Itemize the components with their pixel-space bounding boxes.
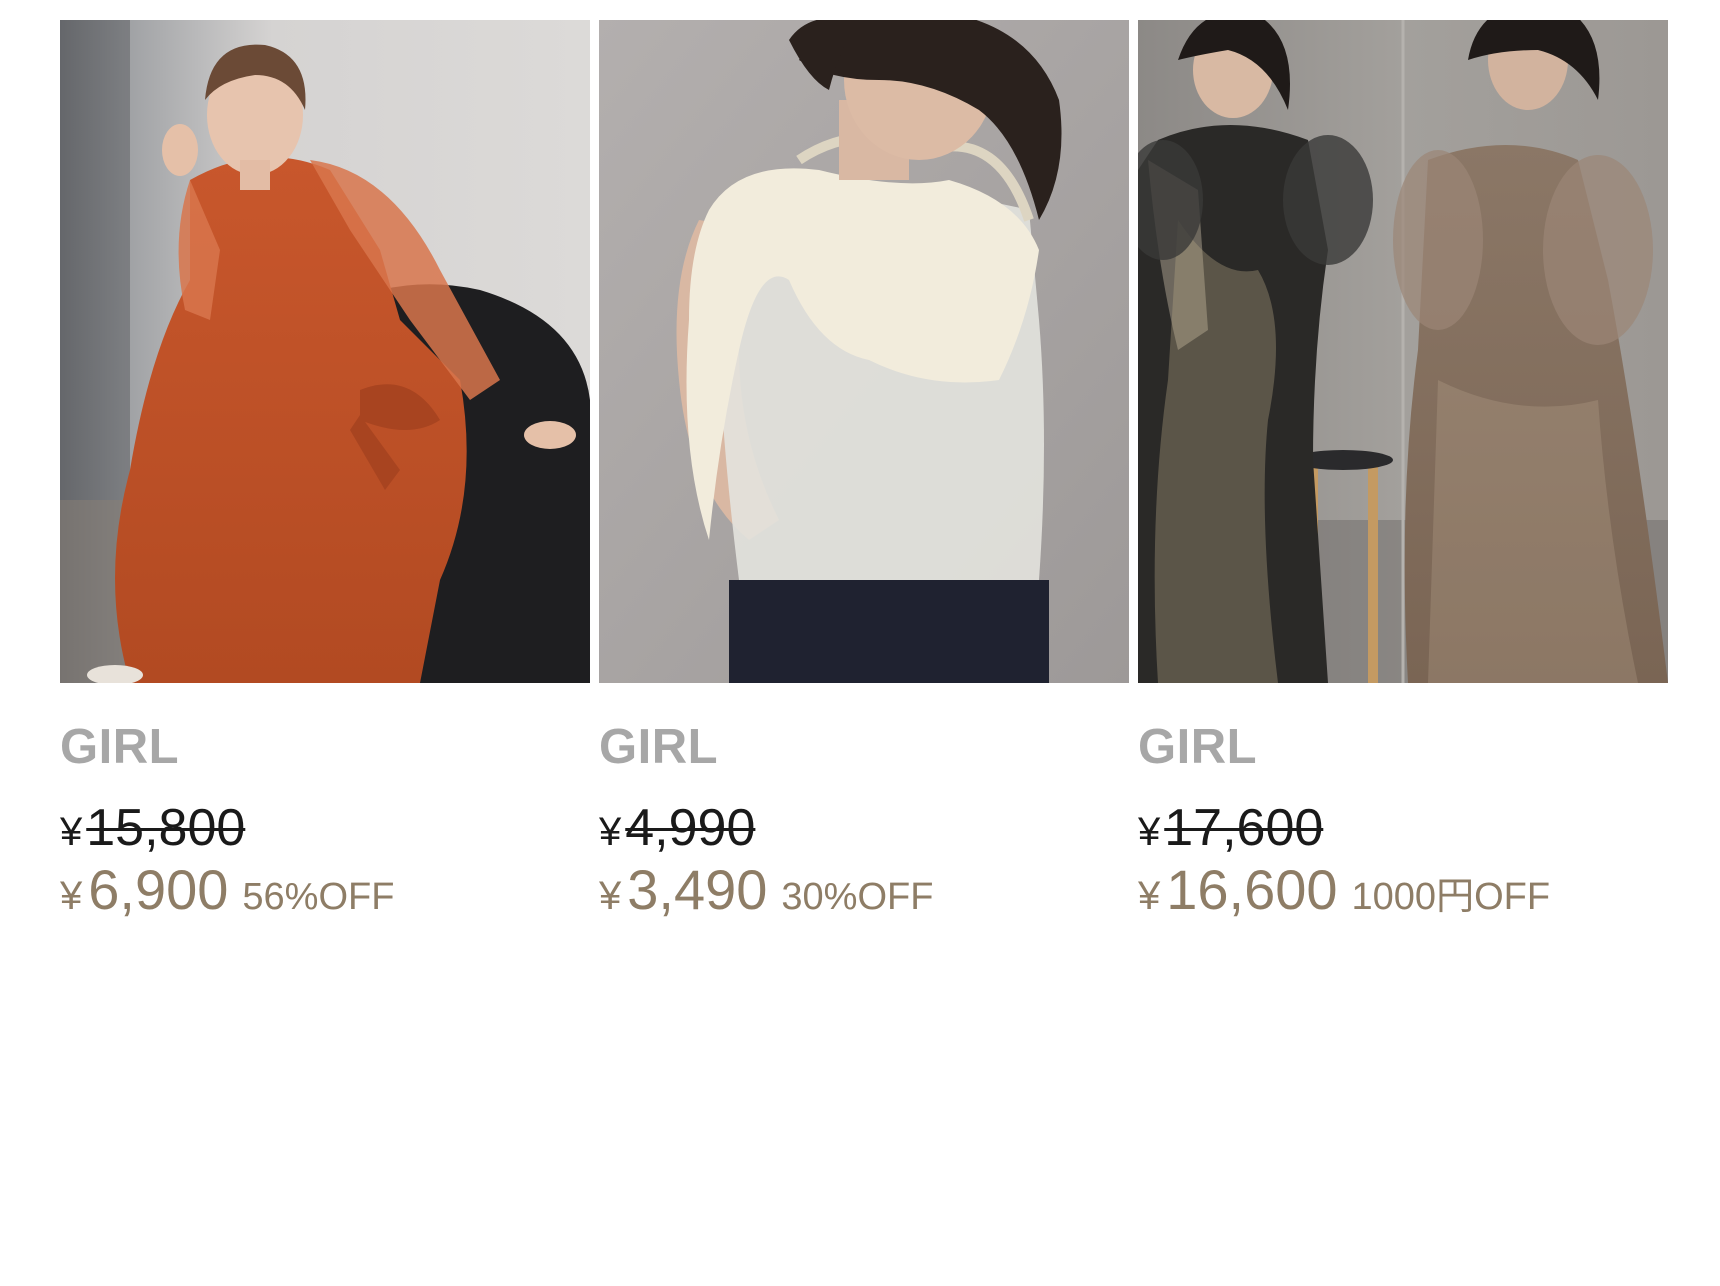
brand-name: GIRL <box>60 720 180 774</box>
product-card[interactable]: GIRL ¥ 17,600 ¥ 16,600 1000円OFF <box>1138 20 1668 918</box>
product-image-tulle-dress[interactable] <box>1138 20 1668 683</box>
discount-label: 1000円OFF <box>1351 876 1551 918</box>
product-card[interactable]: GIRL ¥ 4,990 ¥ 3,490 30%OFF <box>599 20 1129 918</box>
currency-symbol: ¥ <box>60 810 83 854</box>
sale-price: ¥ 3,490 30%OFF <box>599 862 1129 918</box>
original-price-amount: 15,800 <box>86 799 246 857</box>
currency-symbol: ¥ <box>599 874 622 918</box>
product-card[interactable]: GIRL ¥ 15,800 ¥ 6,900 56%OFF <box>60 20 590 918</box>
currency-symbol: ¥ <box>1138 810 1161 854</box>
discount-label: 30%OFF <box>781 876 934 918</box>
product-image-orange-dress[interactable] <box>60 20 590 683</box>
original-price: ¥ 17,600 <box>1138 802 1668 854</box>
brand-name: GIRL <box>599 720 719 774</box>
product-image-ruffle-top[interactable] <box>599 20 1129 683</box>
currency-symbol: ¥ <box>1138 874 1161 918</box>
sale-price: ¥ 6,900 56%OFF <box>60 862 590 918</box>
brand-name: GIRL <box>1138 720 1258 774</box>
sale-price-amount: 3,490 <box>627 858 768 921</box>
original-price: ¥ 15,800 <box>60 802 590 854</box>
original-price-amount: 17,600 <box>1164 799 1324 857</box>
original-price: ¥ 4,990 <box>599 802 1129 854</box>
discount-label: 56%OFF <box>242 876 395 918</box>
product-grid: GIRL ¥ 15,800 ¥ 6,900 56%OFF GIRL ¥ 4,99… <box>60 20 1668 918</box>
sale-price: ¥ 16,600 1000円OFF <box>1138 862 1668 918</box>
currency-symbol: ¥ <box>599 810 622 854</box>
currency-symbol: ¥ <box>60 874 83 918</box>
sale-price-amount: 16,600 <box>1166 858 1338 921</box>
original-price-amount: 4,990 <box>625 799 756 857</box>
sale-price-amount: 6,900 <box>88 858 229 921</box>
